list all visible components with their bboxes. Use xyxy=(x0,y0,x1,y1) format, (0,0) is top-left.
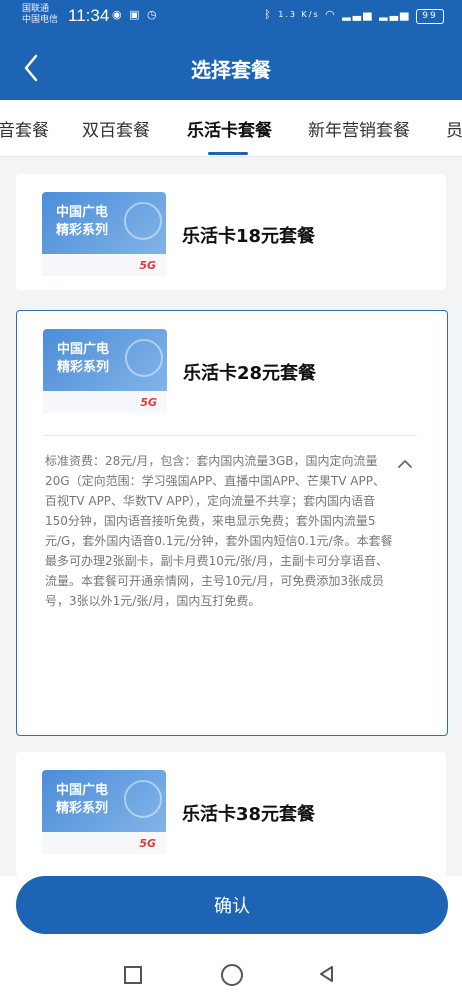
plan-thumbnail: 中国广电 精彩系列 5G xyxy=(42,192,166,276)
wifi-icon: ◠ xyxy=(325,8,337,21)
tab-staff-plan[interactable]: 员 xyxy=(446,116,462,141)
plan-category-tabs: 音套餐 双百套餐 乐活卡套餐 新年营销套餐 员 xyxy=(0,100,462,157)
signal-watermark-icon xyxy=(124,202,162,240)
title-bar: 选择套餐 xyxy=(0,42,462,94)
signal-watermark-icon xyxy=(124,780,162,818)
tab-yin-plan[interactable]: 音套餐 xyxy=(0,116,49,141)
notification-icons: ◉ ▣ ◷ xyxy=(112,8,159,21)
tab-shuangbai-plan[interactable]: 双百套餐 xyxy=(82,116,150,141)
triangle-back-icon xyxy=(320,966,333,982)
status-time: 11:34 xyxy=(68,6,110,25)
plan-card-18[interactable]: 中国广电 精彩系列 5G 乐活卡18元套餐 xyxy=(16,174,446,290)
system-icons: ᛒ 1.3 K/s ◠ ▂▃▅ ▂▃▅ 99 xyxy=(264,8,444,24)
carrier-line-2: 中国电信 xyxy=(22,15,59,25)
plan-list: 中国广电 精彩系列 5G 乐活卡18元套餐 中国广电 精彩系列 5G 乐活卡28… xyxy=(0,156,462,876)
status-bar: 国联通 中国电信 11:34 ◉ ▣ ◷ ᛒ 1.3 K/s ◠ ▂▃▅ ▂▃▅… xyxy=(0,0,462,34)
card-divider xyxy=(43,435,417,436)
signal-watermark-icon xyxy=(125,339,163,377)
home-button[interactable] xyxy=(221,964,243,986)
plan-description: 标准资费：28元/月，包含：套内国内流量3GB，国内定向流量20G（定向范围：学… xyxy=(45,454,393,608)
plan-card-28[interactable]: 中国广电 精彩系列 5G 乐活卡28元套餐 标准资费：28元/月，包含：套内国内… xyxy=(16,310,448,736)
back-nav-button[interactable] xyxy=(316,964,336,984)
tab-new-year-plan[interactable]: 新年营销套餐 xyxy=(308,116,410,141)
plan-card-38[interactable]: 中国广电 精彩系列 5G 乐活卡38元套餐 xyxy=(16,752,446,876)
thumbnail-brand: 中国广电 精彩系列 xyxy=(57,342,110,375)
plan-name: 乐活卡18元套餐 xyxy=(182,226,316,247)
signal-icon-2: ▂▃▅ xyxy=(379,8,411,21)
app-header: 国联通 中国电信 11:34 ◉ ▣ ◷ ᛒ 1.3 K/s ◠ ▂▃▅ ▂▃▅… xyxy=(0,0,462,100)
system-navigation-bar xyxy=(0,964,462,1000)
recent-apps-button[interactable] xyxy=(124,966,142,984)
collapse-button[interactable] xyxy=(397,455,413,468)
notification-icon: ◉ xyxy=(112,8,124,21)
plan-thumbnail: 中国广电 精彩系列 5G xyxy=(42,770,166,854)
5g-badge: 5G xyxy=(139,837,156,850)
signal-icon: ▂▃▅ xyxy=(342,8,374,21)
battery-icon: 99 xyxy=(416,9,444,24)
active-tab-indicator xyxy=(208,152,248,155)
plan-name: 乐活卡28元套餐 xyxy=(183,363,317,384)
confirm-button[interactable]: 确认 xyxy=(16,876,448,934)
tab-lehuoka-plan[interactable]: 乐活卡套餐 xyxy=(187,116,272,141)
carrier-info: 国联通 中国电信 xyxy=(22,4,58,26)
carrier-line-1: 国联通 xyxy=(22,4,50,14)
chevron-up-icon xyxy=(398,460,412,468)
plan-name: 乐活卡38元套餐 xyxy=(182,804,316,825)
plan-thumbnail: 中国广电 精彩系列 5G xyxy=(43,329,167,413)
alarm-icon: ◷ xyxy=(147,8,159,21)
network-speed: 1.3 K/s xyxy=(278,10,320,19)
5g-badge: 5G xyxy=(140,396,157,409)
page-title: 选择套餐 xyxy=(191,58,271,82)
thumbnail-brand: 中国广电 精彩系列 xyxy=(56,205,109,238)
thumbnail-brand: 中国广电 精彩系列 xyxy=(56,783,109,816)
5g-badge: 5G xyxy=(139,259,156,272)
bluetooth-icon: ᛒ xyxy=(264,8,273,21)
app-icon: ▣ xyxy=(129,8,142,21)
